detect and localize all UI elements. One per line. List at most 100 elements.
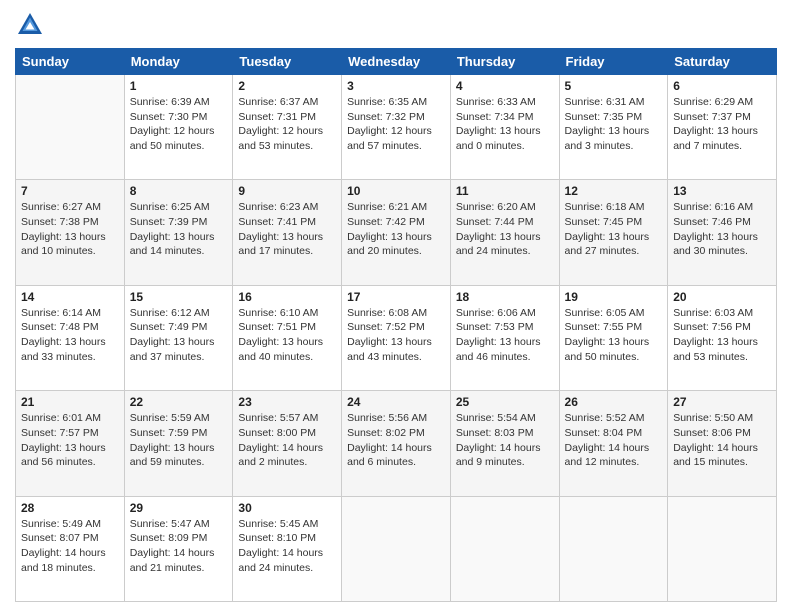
week-row-3: 14 Sunrise: 6:14 AM Sunset: 7:48 PM Dayli… (16, 285, 777, 390)
calendar-cell: 29 Sunrise: 5:47 AM Sunset: 8:09 PM Dayli… (124, 496, 233, 601)
calendar-cell: 15 Sunrise: 6:12 AM Sunset: 7:49 PM Dayli… (124, 285, 233, 390)
weekday-header-tuesday: Tuesday (233, 49, 342, 75)
week-row-5: 28Sunrise: 5:49 AM Sunset: 8:07 PM Dayli… (16, 496, 777, 601)
calendar-cell: 22 Sunrise: 5:59 AM Sunset: 7:59 PM Dayli… (124, 391, 233, 496)
day-info: Sunrise: 5:47 AM Sunset: 8:09 PM Dayligh… (130, 517, 228, 576)
day-info: Sunrise: 6:14 AM Sunset: 7:48 PM Dayligh… (21, 306, 119, 365)
week-row-1: 1Sunrise: 6:39 AM Sunset: 7:30 PM Daylig… (16, 75, 777, 180)
day-info: Sunrise: 5:50 AM Sunset: 8:06 PM Dayligh… (673, 411, 771, 470)
header (15, 10, 777, 40)
week-row-4: 21 Sunrise: 6:01 AM Sunset: 7:57 PM Dayli… (16, 391, 777, 496)
calendar-cell: 6 Sunrise: 6:29 AM Sunset: 7:37 PM Daylig… (668, 75, 777, 180)
day-number: 22 (130, 395, 228, 409)
weekday-header-sunday: Sunday (16, 49, 125, 75)
day-number: 23 (238, 395, 336, 409)
calendar-cell: 21 Sunrise: 6:01 AM Sunset: 7:57 PM Dayli… (16, 391, 125, 496)
calendar-cell (450, 496, 559, 601)
calendar-cell: 18Sunrise: 6:06 AM Sunset: 7:53 PM Dayli… (450, 285, 559, 390)
page: SundayMondayTuesdayWednesdayThursdayFrid… (0, 0, 792, 612)
day-number: 7 (21, 184, 119, 198)
day-number: 8 (130, 184, 228, 198)
day-info: Sunrise: 6:16 AM Sunset: 7:46 PM Dayligh… (673, 200, 771, 259)
day-info: Sunrise: 6:12 AM Sunset: 7:49 PM Dayligh… (130, 306, 228, 365)
day-number: 17 (347, 290, 445, 304)
calendar-cell: 27 Sunrise: 5:50 AM Sunset: 8:06 PM Dayli… (668, 391, 777, 496)
day-number: 13 (673, 184, 771, 198)
calendar-cell: 23 Sunrise: 5:57 AM Sunset: 8:00 PM Dayli… (233, 391, 342, 496)
day-info: Sunrise: 6:31 AM Sunset: 7:35 PM Dayligh… (565, 95, 663, 154)
calendar-cell: 16 Sunrise: 6:10 AM Sunset: 7:51 PM Dayli… (233, 285, 342, 390)
calendar-cell: 3 Sunrise: 6:35 AM Sunset: 7:32 PM Daylig… (342, 75, 451, 180)
calendar-cell: 2Sunrise: 6:37 AM Sunset: 7:31 PM Daylig… (233, 75, 342, 180)
week-row-2: 7 Sunrise: 6:27 AM Sunset: 7:38 PM Daylig… (16, 180, 777, 285)
day-number: 5 (565, 79, 663, 93)
logo (15, 10, 49, 40)
day-info: Sunrise: 6:33 AM Sunset: 7:34 PM Dayligh… (456, 95, 554, 154)
day-info: Sunrise: 6:10 AM Sunset: 7:51 PM Dayligh… (238, 306, 336, 365)
day-info: Sunrise: 6:08 AM Sunset: 7:52 PM Dayligh… (347, 306, 445, 365)
calendar-cell: 1Sunrise: 6:39 AM Sunset: 7:30 PM Daylig… (124, 75, 233, 180)
day-number: 28 (21, 501, 119, 515)
day-info: Sunrise: 6:18 AM Sunset: 7:45 PM Dayligh… (565, 200, 663, 259)
day-number: 29 (130, 501, 228, 515)
calendar-cell: 30 Sunrise: 5:45 AM Sunset: 8:10 PM Dayli… (233, 496, 342, 601)
day-number: 26 (565, 395, 663, 409)
day-info: Sunrise: 6:20 AM Sunset: 7:44 PM Dayligh… (456, 200, 554, 259)
day-info: Sunrise: 5:52 AM Sunset: 8:04 PM Dayligh… (565, 411, 663, 470)
calendar-cell: 4 Sunrise: 6:33 AM Sunset: 7:34 PM Daylig… (450, 75, 559, 180)
day-number: 11 (456, 184, 554, 198)
day-number: 4 (456, 79, 554, 93)
day-number: 20 (673, 290, 771, 304)
calendar-cell: 24 Sunrise: 5:56 AM Sunset: 8:02 PM Dayli… (342, 391, 451, 496)
calendar-cell: 10 Sunrise: 6:21 AM Sunset: 7:42 PM Dayli… (342, 180, 451, 285)
day-number: 3 (347, 79, 445, 93)
day-info: Sunrise: 6:25 AM Sunset: 7:39 PM Dayligh… (130, 200, 228, 259)
day-info: Sunrise: 6:35 AM Sunset: 7:32 PM Dayligh… (347, 95, 445, 154)
day-number: 14 (21, 290, 119, 304)
day-info: Sunrise: 6:05 AM Sunset: 7:55 PM Dayligh… (565, 306, 663, 365)
calendar-table: SundayMondayTuesdayWednesdayThursdayFrid… (15, 48, 777, 602)
calendar-cell (559, 496, 668, 601)
logo-icon (15, 10, 45, 40)
calendar-cell: 9 Sunrise: 6:23 AM Sunset: 7:41 PM Daylig… (233, 180, 342, 285)
day-number: 9 (238, 184, 336, 198)
calendar-cell: 20 Sunrise: 6:03 AM Sunset: 7:56 PM Dayli… (668, 285, 777, 390)
calendar-cell: 17 Sunrise: 6:08 AM Sunset: 7:52 PM Dayli… (342, 285, 451, 390)
day-number: 10 (347, 184, 445, 198)
calendar-cell: 26 Sunrise: 5:52 AM Sunset: 8:04 PM Dayli… (559, 391, 668, 496)
day-number: 12 (565, 184, 663, 198)
calendar-cell: 7 Sunrise: 6:27 AM Sunset: 7:38 PM Daylig… (16, 180, 125, 285)
day-info: Sunrise: 5:54 AM Sunset: 8:03 PM Dayligh… (456, 411, 554, 470)
calendar-cell: 14 Sunrise: 6:14 AM Sunset: 7:48 PM Dayli… (16, 285, 125, 390)
day-number: 6 (673, 79, 771, 93)
calendar-cell: 25Sunrise: 5:54 AM Sunset: 8:03 PM Dayli… (450, 391, 559, 496)
day-number: 15 (130, 290, 228, 304)
day-number: 30 (238, 501, 336, 515)
calendar-cell: 19 Sunrise: 6:05 AM Sunset: 7:55 PM Dayli… (559, 285, 668, 390)
day-info: Sunrise: 5:59 AM Sunset: 7:59 PM Dayligh… (130, 411, 228, 470)
day-info: Sunrise: 6:27 AM Sunset: 7:38 PM Dayligh… (21, 200, 119, 259)
calendar-cell: 11 Sunrise: 6:20 AM Sunset: 7:44 PM Dayli… (450, 180, 559, 285)
weekday-header-saturday: Saturday (668, 49, 777, 75)
day-info: Sunrise: 5:56 AM Sunset: 8:02 PM Dayligh… (347, 411, 445, 470)
weekday-header-monday: Monday (124, 49, 233, 75)
day-number: 16 (238, 290, 336, 304)
weekday-header-row: SundayMondayTuesdayWednesdayThursdayFrid… (16, 49, 777, 75)
day-number: 1 (130, 79, 228, 93)
calendar-cell: 28Sunrise: 5:49 AM Sunset: 8:07 PM Dayli… (16, 496, 125, 601)
day-info: Sunrise: 6:23 AM Sunset: 7:41 PM Dayligh… (238, 200, 336, 259)
day-info: Sunrise: 6:29 AM Sunset: 7:37 PM Dayligh… (673, 95, 771, 154)
calendar-cell: 8 Sunrise: 6:25 AM Sunset: 7:39 PM Daylig… (124, 180, 233, 285)
day-info: Sunrise: 6:01 AM Sunset: 7:57 PM Dayligh… (21, 411, 119, 470)
day-info: Sunrise: 5:57 AM Sunset: 8:00 PM Dayligh… (238, 411, 336, 470)
calendar-cell: 5 Sunrise: 6:31 AM Sunset: 7:35 PM Daylig… (559, 75, 668, 180)
day-info: Sunrise: 5:45 AM Sunset: 8:10 PM Dayligh… (238, 517, 336, 576)
calendar-cell (668, 496, 777, 601)
day-info: Sunrise: 6:37 AM Sunset: 7:31 PM Dayligh… (238, 95, 336, 154)
day-number: 19 (565, 290, 663, 304)
day-number: 21 (21, 395, 119, 409)
day-info: Sunrise: 6:03 AM Sunset: 7:56 PM Dayligh… (673, 306, 771, 365)
day-number: 27 (673, 395, 771, 409)
day-number: 24 (347, 395, 445, 409)
day-info: Sunrise: 6:21 AM Sunset: 7:42 PM Dayligh… (347, 200, 445, 259)
